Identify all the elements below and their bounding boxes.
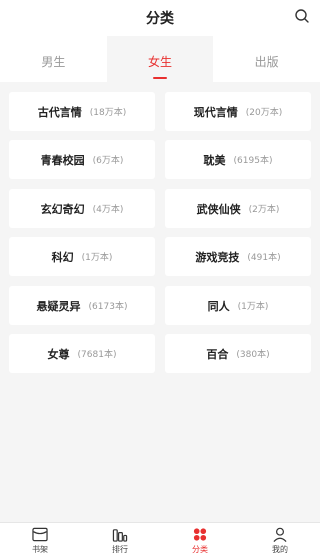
tabbar-label: 排行	[112, 545, 128, 554]
category-card-wuxia[interactable]: 武侠仙侠 (2万本)	[165, 189, 311, 228]
category-name: 青春校园	[40, 153, 85, 167]
category-count: (1万本)	[81, 253, 113, 263]
category-card-danmei[interactable]: 耽美 (6195本)	[165, 140, 311, 179]
tabbar-item-profile[interactable]: 我的	[240, 523, 320, 555]
category-card-fanfiction[interactable]: 同人 (1万本)	[165, 286, 311, 325]
tab-female[interactable]: 女生	[106, 36, 214, 82]
category-count: (20万本)	[245, 108, 283, 118]
profile-icon	[273, 527, 287, 542]
bottom-tab-bar: 书架 排行 分类 我的	[0, 522, 320, 555]
gender-tabs: 男生 女生 出版	[0, 36, 320, 82]
tabbar-item-category[interactable]: 分类	[160, 523, 240, 555]
category-card-yuri[interactable]: 百合 (380本)	[165, 334, 311, 373]
bookshelf-icon	[32, 527, 48, 542]
category-count: (6173本)	[88, 302, 128, 312]
category-name: 游戏竞技	[195, 250, 240, 264]
category-name: 科幻	[51, 250, 74, 264]
category-count: (4万本)	[92, 205, 124, 215]
category-name: 女尊	[47, 347, 70, 361]
tabbar-label: 分类	[192, 545, 208, 554]
tabbar-item-ranking[interactable]: 排行	[80, 523, 160, 555]
category-count: (6万本)	[92, 156, 124, 166]
category-card-gaming[interactable]: 游戏竞技 (491本)	[165, 237, 311, 276]
page-title: 分类	[146, 11, 174, 27]
tab-label: 出版	[254, 55, 279, 69]
category-card-fantasy[interactable]: 玄幻奇幻 (4万本)	[9, 189, 155, 228]
category-card-scifi[interactable]: 科幻 (1万本)	[9, 237, 155, 276]
ranking-icon	[112, 529, 128, 542]
category-card-mystery[interactable]: 悬疑灵异 (6173本)	[9, 286, 155, 325]
category-name: 悬疑灵异	[36, 299, 81, 313]
category-count: (2万本)	[248, 205, 280, 215]
category-name: 武侠仙侠	[196, 202, 241, 216]
category-name: 古代言情	[37, 105, 82, 119]
category-name: 玄幻奇幻	[40, 202, 85, 216]
category-count: (18万本)	[89, 108, 127, 118]
top-header: 分类	[0, 0, 320, 36]
category-icon	[193, 528, 207, 541]
category-name: 现代言情	[193, 105, 238, 119]
tab-male[interactable]: 男生	[0, 36, 107, 82]
category-card-female-dominant[interactable]: 女尊 (7681本)	[9, 334, 155, 373]
category-count: (6195本)	[233, 156, 273, 166]
tab-label: 女生	[148, 55, 173, 69]
category-card-ancient-romance[interactable]: 古代言情 (18万本)	[9, 92, 155, 131]
category-name: 同人	[207, 299, 230, 313]
search-icon[interactable]	[294, 8, 310, 24]
category-count: (491本)	[247, 253, 281, 263]
category-count: (1万本)	[237, 302, 269, 312]
tab-label: 男生	[41, 55, 66, 69]
tabbar-label: 我的	[272, 545, 288, 554]
tabbar-item-bookshelf[interactable]: 书架	[0, 523, 80, 555]
category-count: (7681本)	[77, 350, 117, 360]
active-tab-indicator	[153, 77, 167, 79]
category-card-modern-romance[interactable]: 现代言情 (20万本)	[165, 92, 311, 131]
category-name: 百合	[206, 347, 229, 361]
tab-publish[interactable]: 出版	[213, 36, 320, 82]
category-card-youth-campus[interactable]: 青春校园 (6万本)	[9, 140, 155, 179]
tabbar-label: 书架	[32, 545, 48, 554]
category-count: (380本)	[236, 350, 270, 360]
category-name: 耽美	[203, 153, 226, 167]
